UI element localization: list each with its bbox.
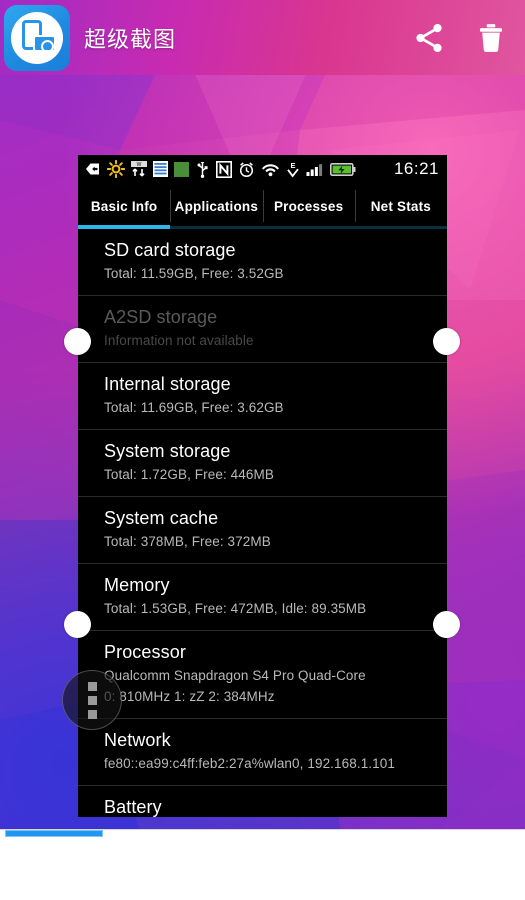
item-detail: Total: 11.69GB, Free: 3.62GB	[104, 400, 284, 415]
list-item[interactable]: A2SD storage Information not available	[78, 296, 447, 363]
bottom-bar	[0, 829, 525, 900]
status-clock: 16:21	[393, 159, 439, 178]
crop-handle-top-right[interactable]	[433, 328, 460, 355]
signal-bars-icon	[306, 164, 323, 176]
list-item[interactable]: Processor Qualcomm Snapdragon S4 Pro Qua…	[78, 631, 447, 719]
tab-underline	[262, 226, 355, 229]
menu-dot	[87, 681, 97, 691]
crop-handle-bottom-right[interactable]	[433, 611, 460, 638]
list-item[interactable]: System storage Total: 1.72GB, Free: 446M…	[78, 430, 447, 497]
item-title: Memory	[104, 575, 170, 595]
nfc-icon	[216, 160, 232, 178]
tab-underline	[78, 225, 171, 229]
list-item[interactable]: Memory Total: 1.53GB, Free: 472MB, Idle:…	[78, 564, 447, 631]
item-detail: Information not available	[104, 333, 254, 348]
menu-dot	[87, 695, 97, 705]
tab-bar: Basic Info Applications Processes Net St…	[78, 183, 447, 229]
back-arrow-icon	[86, 163, 99, 175]
info-list: SD card storage Total: 11.59GB, Free: 3.…	[78, 229, 447, 817]
usb-icon	[197, 161, 208, 178]
item-title: SD card storage	[104, 240, 236, 260]
item-title: Processor	[104, 642, 186, 662]
menu-dot	[87, 709, 97, 719]
brightness-icon	[107, 160, 125, 178]
item-title: Network	[104, 730, 171, 750]
wifi-icon	[262, 163, 279, 176]
data-sync-icon: W	[131, 161, 147, 177]
item-detail: Total: 378MB, Free: 372MB	[104, 534, 271, 549]
tab-label: Basic Info	[90, 198, 158, 214]
tab-basic-info[interactable]: Basic Info	[78, 183, 171, 229]
screenshot-editor-app: 超级截图 W E 16:21 Basic Info Applications P…	[0, 0, 525, 900]
item-detail: Qualcomm Snapdragon S4 Pro Quad-Core	[104, 668, 366, 683]
item-title: System cache	[104, 508, 219, 528]
list-item[interactable]: Network fe80::ea99:c4ff:feb2:27a%wlan0, …	[78, 719, 447, 786]
app-logo-disc	[11, 11, 63, 64]
svg-text:W: W	[137, 162, 142, 168]
item-title: Internal storage	[104, 374, 231, 394]
list-item[interactable]: System cache Total: 378MB, Free: 372MB	[78, 497, 447, 564]
screenshot-image[interactable]: W E 16:21 Basic Info Applications Proces…	[78, 155, 447, 817]
tab-underline	[354, 226, 447, 229]
battery-charging-icon	[330, 162, 356, 176]
item-detail: Total: 11.59GB, Free: 3.52GB	[104, 266, 284, 281]
tab-applications[interactable]: Applications	[170, 183, 263, 229]
tab-label: Processes	[273, 198, 344, 214]
green-square-icon	[174, 161, 189, 177]
trash-icon	[479, 23, 503, 52]
delete-button[interactable]	[463, 10, 519, 66]
item-title: System storage	[104, 441, 231, 461]
app-toolbar: 超级截图	[0, 0, 525, 75]
tab-label: Applications	[174, 198, 259, 214]
camera-glyph	[33, 34, 56, 53]
item-title: Battery	[104, 797, 162, 817]
item-detail: Total: 1.72GB, Free: 446MB	[104, 467, 274, 482]
list-item[interactable]: Internal storage Total: 11.69GB, Free: 3…	[78, 363, 447, 430]
list-item[interactable]: Battery	[78, 786, 447, 817]
edge-data-icon: E	[287, 161, 299, 177]
item-title: A2SD storage	[104, 307, 218, 327]
alarm-icon	[239, 161, 254, 177]
page-title: 超级截图	[84, 26, 177, 52]
app-logo-icon	[4, 4, 70, 71]
svg-text:E: E	[290, 161, 295, 170]
share-button[interactable]	[401, 10, 457, 66]
item-detail: fe80::ea99:c4ff:feb2:27a%wlan0, 192.168.…	[104, 756, 395, 771]
crop-handle-bottom-left[interactable]	[64, 611, 91, 638]
list-item[interactable]: SD card storage Total: 11.59GB, Free: 3.…	[78, 229, 447, 296]
list-icon	[153, 161, 168, 177]
tab-net-stats[interactable]: Net Stats	[354, 183, 447, 229]
tab-processes[interactable]: Processes	[262, 183, 355, 229]
item-detail-2: 0: 810MHz 1: zZ 2: 384MHz	[104, 689, 275, 704]
progress-indicator	[5, 830, 103, 837]
tab-label: Net Stats	[370, 198, 432, 214]
android-status-bar: W E 16:21	[78, 155, 447, 183]
crop-handle-top-left[interactable]	[64, 328, 91, 355]
share-icon	[416, 23, 442, 52]
tab-underline	[170, 226, 263, 229]
overflow-menu-button[interactable]	[62, 670, 122, 730]
item-detail: Total: 1.53GB, Free: 472MB, Idle: 89.35M…	[104, 601, 367, 616]
